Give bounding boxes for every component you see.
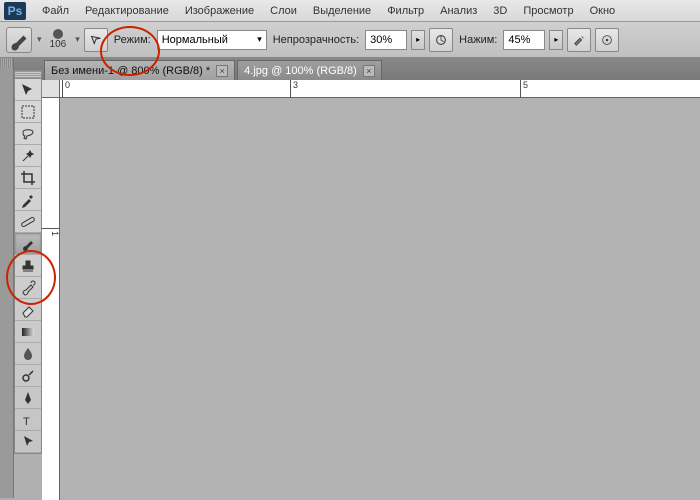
tablet-pen-icon <box>600 33 614 47</box>
dodge-icon <box>20 368 36 384</box>
menu-view[interactable]: Просмотр <box>515 2 581 20</box>
tool-eyedropper[interactable] <box>15 189 41 211</box>
ruler-tick: 1 <box>42 228 60 236</box>
flow-value: 45% <box>508 34 530 46</box>
brush-icon <box>7 28 31 52</box>
options-bar: ▾ 106 ▾ Режим: Нормальный ▾ Непрозрачнос… <box>0 22 700 58</box>
stamp-icon <box>20 258 36 274</box>
blend-mode-select[interactable]: Нормальный ▾ <box>157 30 267 50</box>
chevron-down-icon: ▾ <box>257 34 262 45</box>
flow-flyout[interactable]: ▸ <box>549 30 563 50</box>
menu-edit[interactable]: Редактирование <box>77 2 177 20</box>
menu-layers[interactable]: Слои <box>262 2 305 20</box>
menu-filter[interactable]: Фильтр <box>379 2 432 20</box>
airbrush-toggle[interactable] <box>567 28 591 52</box>
crop-icon <box>20 170 36 186</box>
ruler-tick: 0 <box>62 80 70 98</box>
mode-label: Режим: <box>112 34 153 46</box>
brush-icon <box>20 236 36 252</box>
svg-text:T: T <box>23 416 30 428</box>
eraser-icon <box>20 302 36 318</box>
tool-crop[interactable] <box>15 167 41 189</box>
tab-label: 4.jpg @ 100% (RGB/8) <box>244 65 357 77</box>
tool-blur[interactable] <box>15 343 41 365</box>
chevron-down-icon[interactable]: ▾ <box>75 34 80 45</box>
close-icon[interactable]: × <box>216 65 228 77</box>
history-brush-icon <box>20 280 36 296</box>
brush-panel-toggle[interactable] <box>84 28 108 52</box>
menubar: Ps Файл Редактирование Изображение Слои … <box>0 0 700 22</box>
move-icon <box>20 82 36 98</box>
menu-file[interactable]: Файл <box>34 2 77 20</box>
document-tab-2[interactable]: 4.jpg @ 100% (RGB/8) × <box>237 60 382 80</box>
lasso-icon <box>20 126 36 142</box>
bandage-icon <box>20 214 36 230</box>
marquee-icon <box>20 104 36 120</box>
wand-icon <box>20 148 36 164</box>
brush-preset-picker[interactable]: 106 <box>46 29 71 50</box>
tool-path-select[interactable] <box>15 431 41 453</box>
tablet-opacity-toggle[interactable] <box>429 28 453 52</box>
app-badge: Ps <box>4 2 26 20</box>
ruler-tick: 3 <box>290 80 298 98</box>
arrow-icon <box>20 434 36 450</box>
menu-image[interactable]: Изображение <box>177 2 262 20</box>
grip-icon[interactable] <box>0 58 13 68</box>
opacity-value: 30% <box>370 34 392 46</box>
type-icon: T <box>20 412 36 428</box>
opacity-flyout[interactable]: ▸ <box>411 30 425 50</box>
blend-mode-value: Нормальный <box>162 34 228 46</box>
panel-dock-strip <box>0 58 14 498</box>
tool-stamp[interactable] <box>15 255 41 277</box>
opacity-label: Непрозрачность: <box>271 34 361 46</box>
tool-gradient[interactable] <box>15 321 41 343</box>
tool-type[interactable]: T <box>15 409 41 431</box>
toolbox: T <box>14 70 42 454</box>
close-icon[interactable]: × <box>363 65 375 77</box>
ruler-vertical[interactable]: 1 <box>42 98 60 500</box>
gradient-icon <box>20 324 36 340</box>
menu-3d[interactable]: 3D <box>485 2 515 20</box>
tool-lasso[interactable] <box>15 123 41 145</box>
canvas-area[interactable] <box>60 98 700 500</box>
brush-preview-icon <box>53 29 63 39</box>
tool-wand[interactable] <box>15 145 41 167</box>
menu-select[interactable]: Выделение <box>305 2 379 20</box>
toolbox-grip[interactable] <box>15 71 41 79</box>
opacity-input[interactable]: 30% <box>365 30 407 50</box>
workspace: 0 3 5 1 <box>42 80 700 500</box>
document-tab-1[interactable]: Без имени-1 @ 800% (RGB/8) * × <box>44 60 235 80</box>
menu-analysis[interactable]: Анализ <box>432 2 485 20</box>
tool-move[interactable] <box>15 79 41 101</box>
current-tool-preset[interactable] <box>6 27 32 53</box>
eyedropper-icon <box>20 192 36 208</box>
blur-icon <box>20 346 36 362</box>
brush-panel-icon <box>89 33 103 47</box>
pen-icon <box>20 390 36 406</box>
ruler-origin[interactable] <box>42 80 60 98</box>
tool-pen[interactable] <box>15 387 41 409</box>
tool-brush[interactable] <box>15 233 41 255</box>
tool-spot-heal[interactable] <box>15 211 41 233</box>
tool-dodge[interactable] <box>15 365 41 387</box>
ruler-tick: 5 <box>520 80 528 98</box>
flow-input[interactable]: 45% <box>503 30 545 50</box>
tablet-pressure-icon <box>434 33 448 47</box>
tab-label: Без имени-1 @ 800% (RGB/8) * <box>51 65 210 77</box>
menu-window[interactable]: Окно <box>582 2 624 20</box>
flow-label: Нажим: <box>457 34 499 46</box>
chevron-down-icon[interactable]: ▾ <box>37 34 42 45</box>
tablet-size-toggle[interactable] <box>595 28 619 52</box>
document-tabbar: Без имени-1 @ 800% (RGB/8) * × 4.jpg @ 1… <box>0 58 700 80</box>
tool-history-brush[interactable] <box>15 277 41 299</box>
tool-marquee[interactable] <box>15 101 41 123</box>
tool-eraser[interactable] <box>15 299 41 321</box>
brush-size-value: 106 <box>50 39 67 50</box>
airbrush-icon <box>572 33 586 47</box>
ruler-horizontal[interactable]: 0 3 5 <box>60 80 700 98</box>
